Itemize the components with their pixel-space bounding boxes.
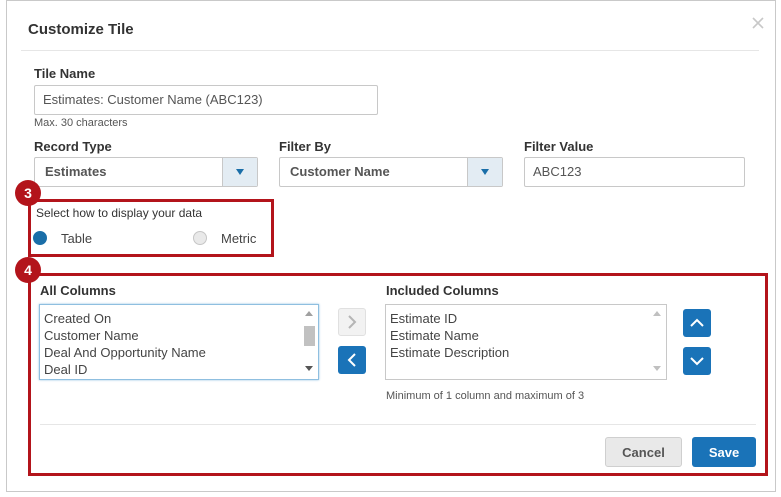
display-label: Select how to display your data xyxy=(36,206,203,220)
radio-table-label: Table xyxy=(61,231,93,246)
radio-metric-label: Metric xyxy=(221,231,257,246)
radio-metric[interactable] xyxy=(193,231,207,245)
chevron-down-icon[interactable] xyxy=(683,347,711,375)
included-columns-list[interactable]: Estimate ID Estimate Name Estimate Descr… xyxy=(385,304,667,380)
dialog-title: Customize Tile xyxy=(28,21,134,38)
filter-by-label: Filter By xyxy=(279,139,332,154)
step-badge-4: 4 xyxy=(15,257,41,283)
header-divider xyxy=(21,50,759,51)
step-badge-3: 3 xyxy=(15,180,41,206)
cancel-button[interactable]: Cancel xyxy=(605,437,682,467)
save-button[interactable]: Save xyxy=(692,437,756,467)
all-columns-list[interactable]: Created On Customer Name Deal And Opport… xyxy=(39,304,319,380)
all-columns-scrollbar[interactable] xyxy=(301,306,317,378)
record-type-value: Estimates xyxy=(45,164,107,179)
close-icon[interactable] xyxy=(751,16,767,32)
chevron-right-icon[interactable] xyxy=(338,308,366,336)
list-item[interactable]: Estimate Description xyxy=(386,344,666,361)
chevron-down-icon xyxy=(222,158,257,186)
filter-value-label: Filter Value xyxy=(524,139,594,154)
chevron-left-icon[interactable] xyxy=(338,346,366,374)
filter-by-value: Customer Name xyxy=(290,164,390,179)
columns-note: Minimum of 1 column and maximum of 3 xyxy=(386,390,585,402)
tile-name-hint: Max. 30 characters xyxy=(34,117,128,129)
tile-name-label: Tile Name xyxy=(34,66,96,81)
included-columns-label: Included Columns xyxy=(386,283,499,298)
filter-value-input[interactable]: ABC123 xyxy=(524,157,745,187)
list-item[interactable]: Created On xyxy=(40,310,318,327)
record-type-select[interactable]: Estimates xyxy=(34,157,258,187)
list-item[interactable]: Estimate ID xyxy=(386,310,666,327)
list-item[interactable]: Deal ID xyxy=(40,361,318,378)
radio-table[interactable] xyxy=(33,231,47,245)
list-item[interactable]: Customer Name xyxy=(40,327,318,344)
filter-by-select[interactable]: Customer Name xyxy=(279,157,503,187)
list-item[interactable]: Estimate Name xyxy=(386,327,666,344)
all-columns-label: All Columns xyxy=(40,283,116,298)
chevron-up-icon[interactable] xyxy=(683,309,711,337)
included-columns-scrollbar[interactable] xyxy=(649,306,665,378)
chevron-down-icon xyxy=(467,158,502,186)
tile-name-input[interactable]: Estimates: Customer Name (ABC123) xyxy=(34,85,378,115)
footer-divider xyxy=(40,424,756,425)
record-type-label: Record Type xyxy=(34,139,112,154)
list-item[interactable]: Deal And Opportunity Name xyxy=(40,344,318,361)
